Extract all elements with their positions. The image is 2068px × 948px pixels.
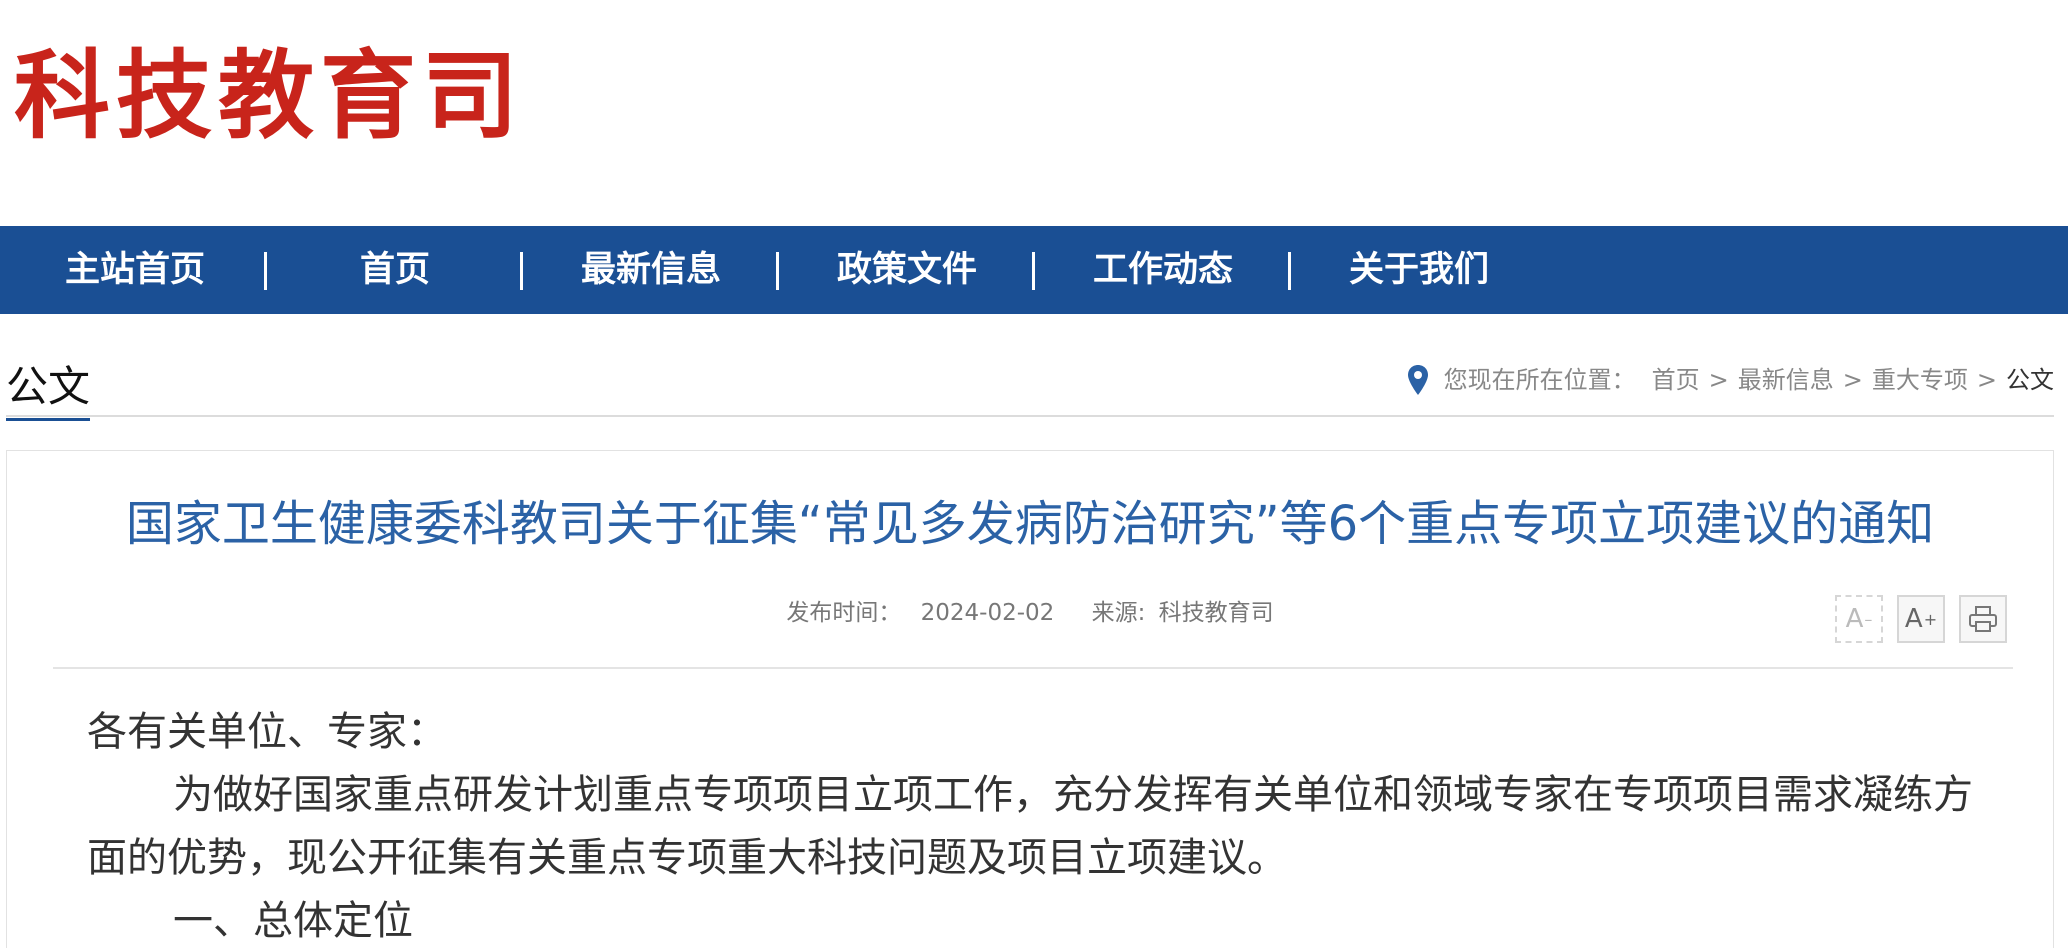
site-header: 科技教育司 bbox=[0, 0, 2068, 226]
font-decrease-icon: A bbox=[1845, 604, 1864, 634]
salutation: 各有关单位、专家： bbox=[87, 709, 447, 755]
main-nav: 主站首页 首页 最新信息 政策文件 工作动态 关于我们 bbox=[0, 226, 2068, 314]
nav-item-home[interactable]: 首页 bbox=[320, 226, 470, 314]
nav-divider bbox=[264, 252, 267, 290]
font-decrease-button[interactable]: A – bbox=[1835, 595, 1883, 643]
nav-item-work-news[interactable]: 工作动态 bbox=[1088, 226, 1238, 314]
publish-info: 发布时间： 2024-02-02 bbox=[786, 600, 1061, 626]
nav-item-latest[interactable]: 最新信息 bbox=[576, 226, 726, 314]
article-body: 各有关单位、专家： 为做好国家重点研发计划重点专项项目立项工作，充分发挥有关单位… bbox=[87, 701, 2007, 948]
breadcrumb-major-projects[interactable]: 重大专项 bbox=[1872, 360, 1968, 400]
article-divider bbox=[53, 667, 2013, 669]
article-tools: A – A + bbox=[1835, 595, 2007, 643]
nav-divider bbox=[520, 252, 523, 290]
font-increase-button[interactable]: A + bbox=[1897, 595, 1945, 643]
breadcrumb-prefix: 您现在所在位置： bbox=[1443, 366, 1636, 394]
article-title: 国家卫生健康委科教司关于征集“常见多发病防治研究”等6个重点专项立项建议的通知 bbox=[125, 496, 1935, 552]
source-info: 来源: 科技教育司 bbox=[1092, 600, 1274, 626]
nav-divider bbox=[1288, 252, 1291, 290]
breadcrumb-separator: > bbox=[1842, 366, 1863, 394]
printer-icon bbox=[1969, 606, 1997, 632]
breadcrumb-separator: > bbox=[1708, 366, 1729, 394]
location-pin-icon bbox=[1407, 365, 1428, 395]
nav-item-policy[interactable]: 政策文件 bbox=[832, 226, 982, 314]
source-value: 科技教育司 bbox=[1158, 600, 1274, 626]
breadcrumb-home[interactable]: 首页 bbox=[1652, 360, 1700, 400]
paragraph: 为做好国家重点研发计划重点专项项目立项工作，充分发挥有关单位和领域专家在专项项目… bbox=[87, 772, 1973, 881]
publish-label: 发布时间： bbox=[786, 600, 902, 626]
font-increase-icon: A bbox=[1904, 604, 1923, 634]
section-heading: 一、总体定位 bbox=[173, 898, 413, 944]
publish-date: 2024-02-02 bbox=[920, 600, 1055, 626]
site-logo[interactable]: 科技教育司 bbox=[14, 36, 524, 156]
nav-item-about[interactable]: 关于我们 bbox=[1344, 226, 1494, 314]
nav-divider bbox=[1032, 252, 1035, 290]
article-panel: 国家卫生健康委科教司关于征集“常见多发病防治研究”等6个重点专项立项建议的通知 … bbox=[6, 450, 2054, 948]
print-button[interactable] bbox=[1959, 595, 2007, 643]
breadcrumb: 您现在所在位置： 首页 > 最新信息 > 重大专项 > 公文 bbox=[1406, 360, 2054, 400]
nav-item-main-home[interactable]: 主站首页 bbox=[60, 226, 210, 314]
source-label: 来源: bbox=[1091, 600, 1146, 626]
breadcrumb-latest[interactable]: 最新信息 bbox=[1738, 360, 1834, 400]
article-meta: 发布时间： 2024-02-02 来源: 科技教育司 bbox=[7, 593, 2053, 627]
nav-divider bbox=[776, 252, 779, 290]
breadcrumb-separator: > bbox=[1976, 366, 1997, 394]
section-title: 公文 bbox=[6, 360, 91, 421]
breadcrumb-current: 公文 bbox=[2006, 366, 2054, 394]
section-divider bbox=[6, 415, 2054, 417]
